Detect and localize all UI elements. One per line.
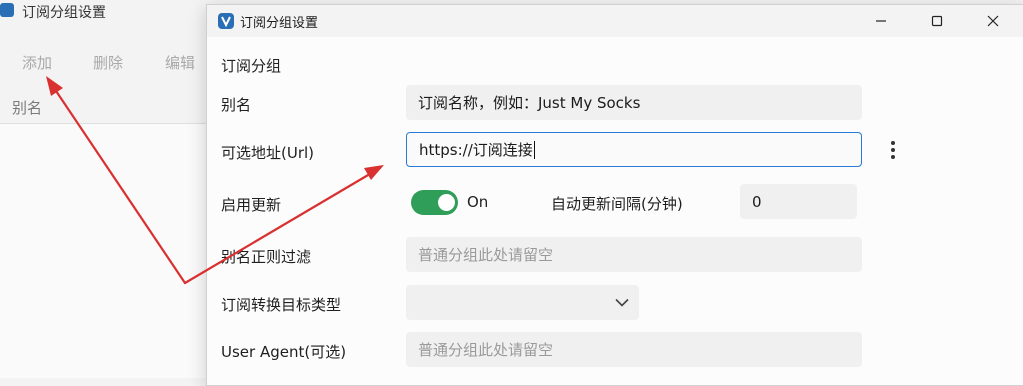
arrowhead-url bbox=[364, 165, 384, 180]
arrowhead-add bbox=[46, 76, 63, 96]
arrow-to-url-input bbox=[183, 166, 382, 285]
arrow-to-add-button bbox=[48, 80, 187, 285]
annotation-arrows bbox=[46, 76, 384, 285]
